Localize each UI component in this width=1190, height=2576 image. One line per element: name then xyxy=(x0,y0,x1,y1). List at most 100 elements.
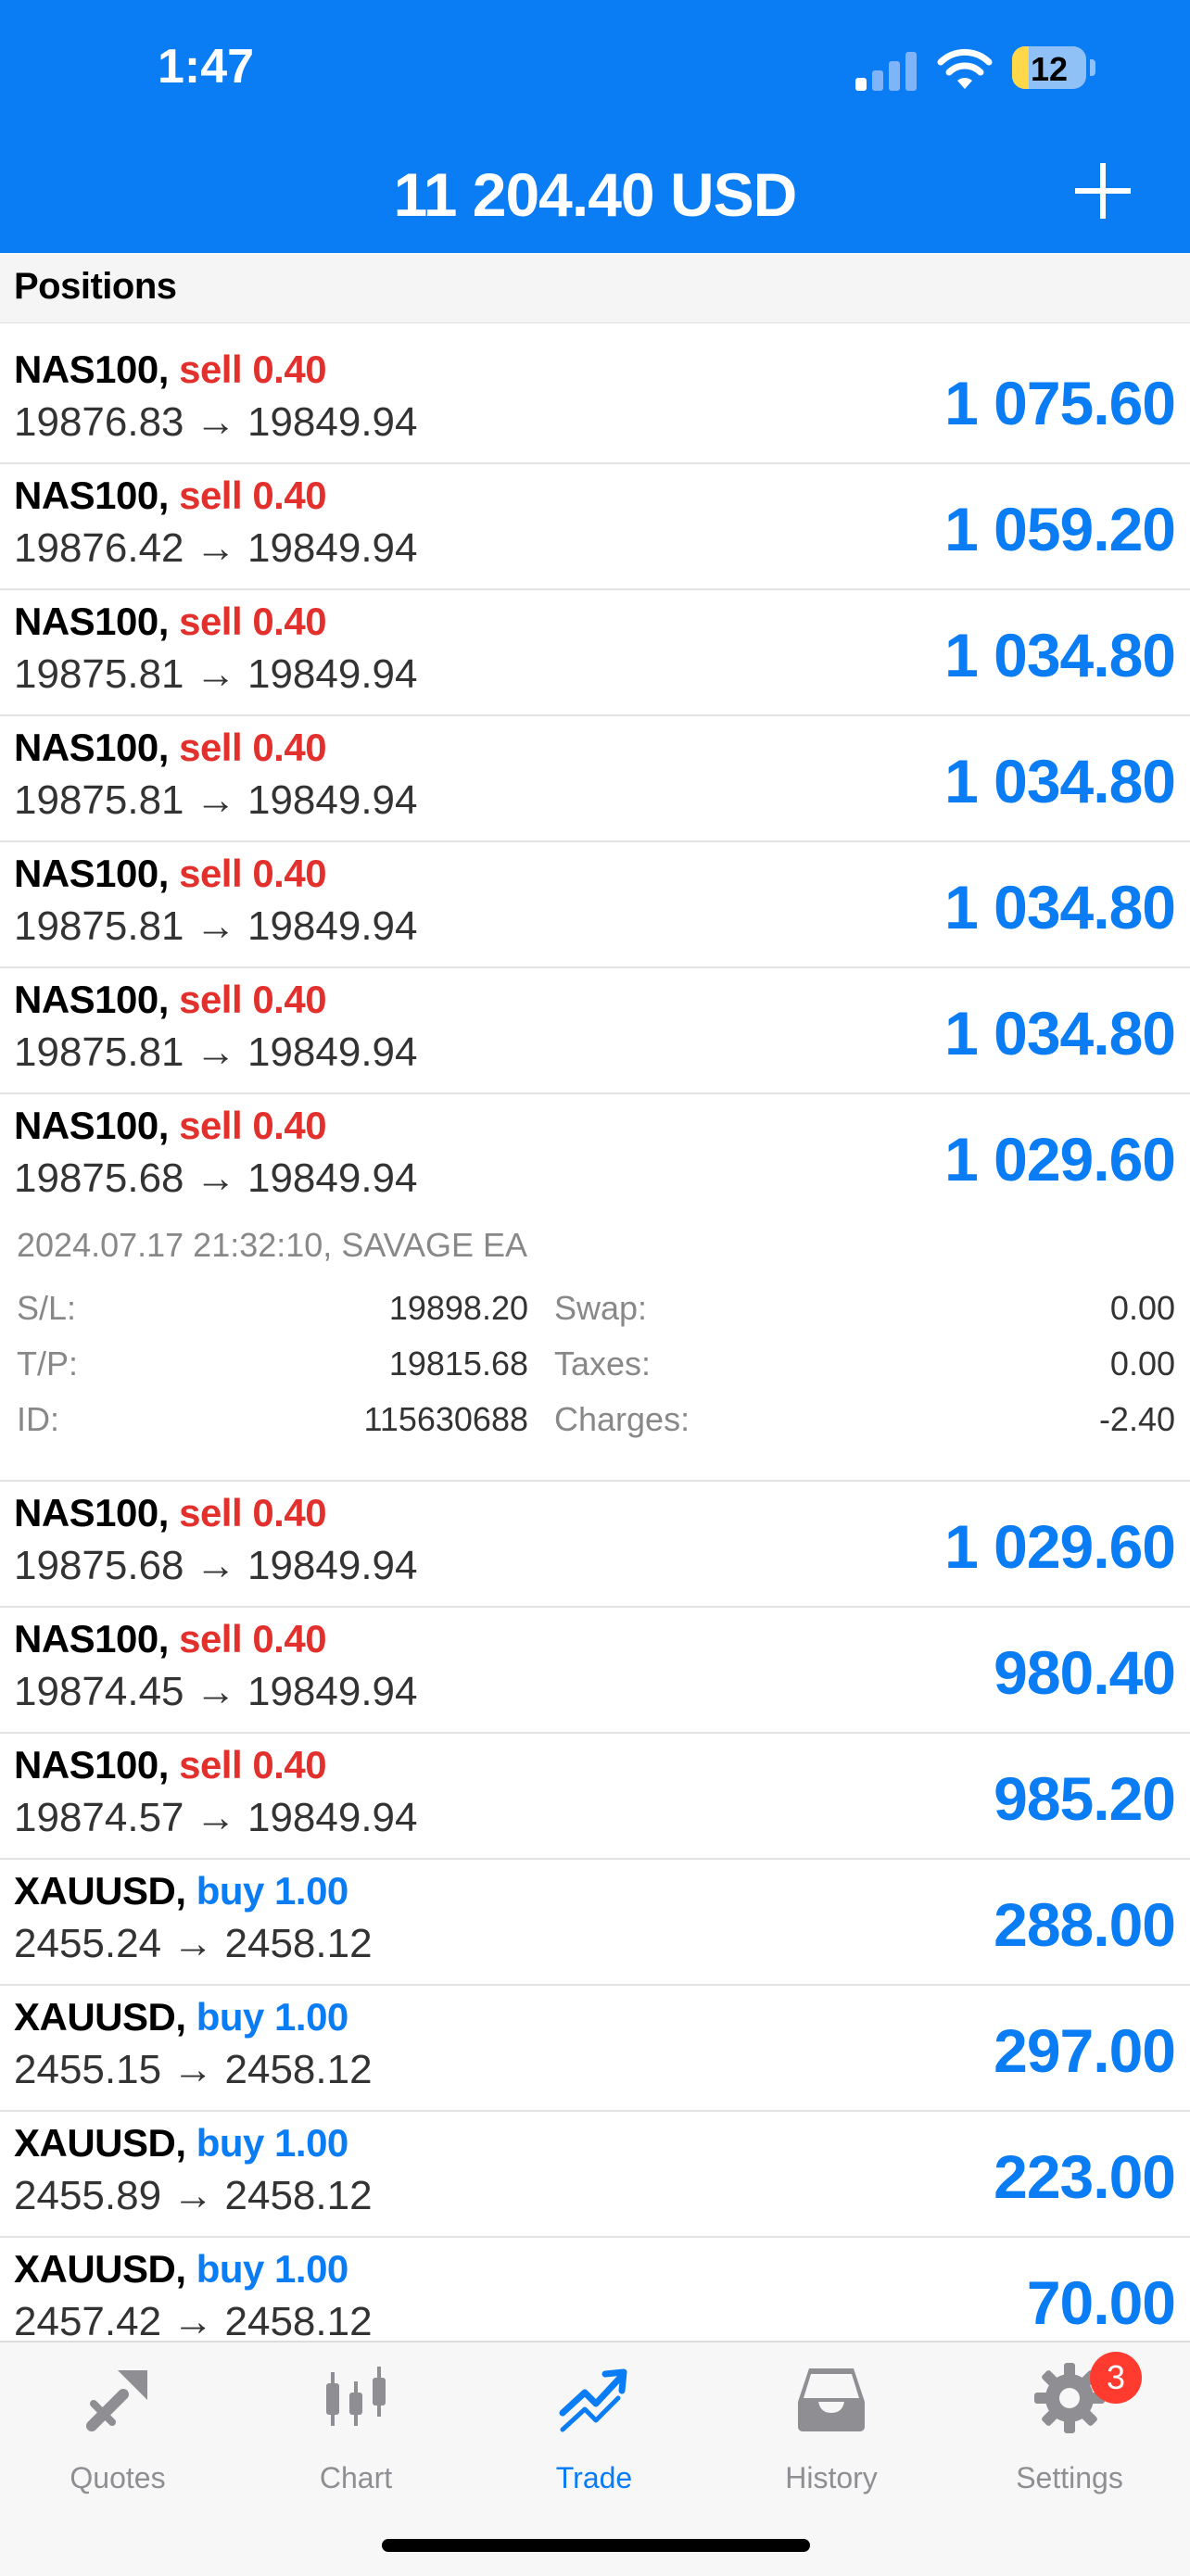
positions-section-header: Positions xyxy=(0,253,1190,323)
wifi-icon xyxy=(937,48,993,89)
position-symbol: NAS100, xyxy=(14,852,169,895)
tab-trade[interactable]: Trade xyxy=(501,2361,687,2500)
position-row[interactable]: XAUUSD, buy 1.00 2455.15 → 2458.12 297.0… xyxy=(0,1986,1190,2112)
position-symbol: NAS100, xyxy=(14,600,169,643)
battery-icon: 12 xyxy=(1012,46,1086,89)
position-prices: 19876.83 → 19849.94 xyxy=(14,399,418,445)
sl-label: S/L: xyxy=(17,1289,77,1327)
id-value: 115630688 xyxy=(363,1400,528,1438)
position-row[interactable]: NAS100, sell 0.40 19876.42 → 19849.94 1 … xyxy=(0,464,1190,590)
charges-label: Charges: xyxy=(554,1400,690,1438)
position-profit: 70.00 xyxy=(1026,2268,1176,2337)
tp-label: T/P: xyxy=(17,1345,79,1383)
position-row[interactable]: NAS100, sell 0.40 19874.57 → 19849.94 98… xyxy=(0,1734,1190,1860)
battery-cap xyxy=(1090,59,1095,76)
position-row[interactable]: XAUUSD, buy 1.00 2455.24 → 2458.12 288.0… xyxy=(0,1860,1190,1986)
position-prices: 2455.24 → 2458.12 xyxy=(14,1921,373,1966)
tab-label: Trade xyxy=(555,2461,633,2494)
position-prices: 19874.57 → 19849.94 xyxy=(14,1795,418,1840)
position-row[interactable]: NAS100, sell 0.40 19875.81 → 19849.94 1 … xyxy=(0,590,1190,716)
position-side: sell 0.40 xyxy=(179,1491,327,1534)
position-profit: 1 029.60 xyxy=(944,1512,1176,1581)
position-profit: 1 034.80 xyxy=(944,999,1176,1067)
tab-chart[interactable]: Chart xyxy=(263,2361,449,2500)
position-profit: 297.00 xyxy=(994,2016,1176,2085)
position-profit: 980.40 xyxy=(994,1638,1176,1707)
position-row-expanded[interactable]: NAS100, sell 0.40 19875.68 → 19849.94 1 … xyxy=(0,1094,1190,1219)
position-profit: 1 059.20 xyxy=(944,495,1176,563)
position-symbol: NAS100, xyxy=(14,474,169,517)
cellular-signal-icon xyxy=(855,52,918,91)
position-row[interactable]: NAS100, sell 0.40 19875.81 → 19849.94 1 … xyxy=(0,716,1190,842)
position-row[interactable]: NAS100, sell 0.40 19875.81 → 19849.94 1 … xyxy=(0,842,1190,968)
position-side: sell 0.40 xyxy=(179,347,327,391)
position-prices: 19875.81 → 19849.94 xyxy=(14,651,418,697)
tab-quotes[interactable]: Quotes xyxy=(25,2361,210,2500)
position-side: sell 0.40 xyxy=(179,1743,327,1787)
position-row[interactable]: NAS100, sell 0.40 19875.81 → 19849.94 1 … xyxy=(0,968,1190,1094)
position-side: buy 1.00 xyxy=(196,1869,349,1913)
position-symbol: NAS100, xyxy=(14,726,169,769)
position-profit: 1 034.80 xyxy=(944,747,1176,815)
tab-label: Settings xyxy=(1016,2461,1123,2494)
position-symbol: XAUUSD, xyxy=(14,1995,186,2039)
position-profit: 1 034.80 xyxy=(944,873,1176,941)
position-symbol: XAUUSD, xyxy=(14,2247,186,2291)
position-profit: 223.00 xyxy=(994,2142,1176,2211)
position-prices: 2455.15 → 2458.12 xyxy=(14,2047,373,2092)
position-side: buy 1.00 xyxy=(196,1995,349,2039)
position-profit: 288.00 xyxy=(994,1890,1176,1959)
taxes-label: Taxes: xyxy=(554,1345,652,1383)
position-side: sell 0.40 xyxy=(179,978,327,1021)
header: 1:47 12 11 204.40 USD xyxy=(0,0,1190,253)
swap-label: Swap: xyxy=(554,1289,648,1327)
position-side: buy 1.00 xyxy=(196,2247,349,2291)
sl-value: 19898.20 xyxy=(388,1289,528,1327)
position-profit: 985.20 xyxy=(994,1764,1176,1833)
tab-label: History xyxy=(785,2461,878,2494)
taxes-value: 0.00 xyxy=(1109,1345,1175,1383)
tab-label: Quotes xyxy=(70,2461,166,2494)
position-row[interactable]: XAUUSD, buy 1.00 2455.89 → 2458.12 223.0… xyxy=(0,2112,1190,2238)
position-side: sell 0.40 xyxy=(179,600,327,643)
status-time: 1:47 xyxy=(158,40,255,94)
position-prices: 19874.45 → 19849.94 xyxy=(14,1669,418,1714)
settings-notification-badge: 3 xyxy=(1090,2352,1142,2404)
account-balance: 11 204.40 USD xyxy=(393,160,798,229)
inbox-tray-icon xyxy=(798,2368,865,2431)
home-indicator[interactable] xyxy=(382,2539,810,2552)
position-row[interactable]: NAS100, sell 0.40 19874.45 → 19849.94 98… xyxy=(0,1608,1190,1734)
position-symbol: NAS100, xyxy=(14,978,169,1021)
position-symbol: NAS100, xyxy=(14,1743,169,1787)
position-row[interactable]: NAS100, sell 0.40 19875.68 → 19849.94 1 … xyxy=(0,1482,1190,1608)
position-side: buy 1.00 xyxy=(196,2121,349,2165)
trade-trend-icon xyxy=(559,2368,627,2432)
position-prices: 2457.42 → 2458.12 xyxy=(14,2299,373,2344)
position-prices: 19875.81 → 19849.94 xyxy=(14,777,418,823)
quotes-icon xyxy=(86,2370,147,2431)
tp-value: 19815.68 xyxy=(388,1345,528,1383)
position-symbol: XAUUSD, xyxy=(14,1869,186,1913)
position-prices: 19876.42 → 19849.94 xyxy=(14,525,418,571)
position-prices: 2455.89 → 2458.12 xyxy=(14,2173,373,2218)
positions-list: NAS100, sell 0.40 19876.83 → 19849.94 1 … xyxy=(0,338,1190,2364)
position-side: sell 0.40 xyxy=(179,1617,327,1661)
position-profit: 1 075.60 xyxy=(944,369,1176,437)
swap-value: 0.00 xyxy=(1109,1289,1175,1327)
position-symbol: NAS100, xyxy=(14,1491,169,1534)
position-symbol: XAUUSD, xyxy=(14,2121,186,2165)
position-side: sell 0.40 xyxy=(179,1104,327,1147)
position-symbol: NAS100, xyxy=(14,1104,169,1147)
position-prices: 19875.68 → 19849.94 xyxy=(14,1155,418,1201)
position-side: sell 0.40 xyxy=(179,726,327,769)
tab-history[interactable]: History xyxy=(739,2361,924,2500)
position-side: sell 0.40 xyxy=(179,474,327,517)
position-side: sell 0.40 xyxy=(179,852,327,895)
new-order-button[interactable] xyxy=(1075,163,1131,219)
charges-value: -2.40 xyxy=(1098,1400,1175,1438)
position-details: 2024.07.17 21:32:10, SAVAGE EA S/L: 1989… xyxy=(0,1219,1190,1482)
id-label: ID: xyxy=(17,1400,60,1438)
position-prices: 19875.81 → 19849.94 xyxy=(14,903,418,949)
position-profit: 1 029.60 xyxy=(944,1125,1176,1193)
position-row[interactable]: NAS100, sell 0.40 19876.83 → 19849.94 1 … xyxy=(0,338,1190,464)
